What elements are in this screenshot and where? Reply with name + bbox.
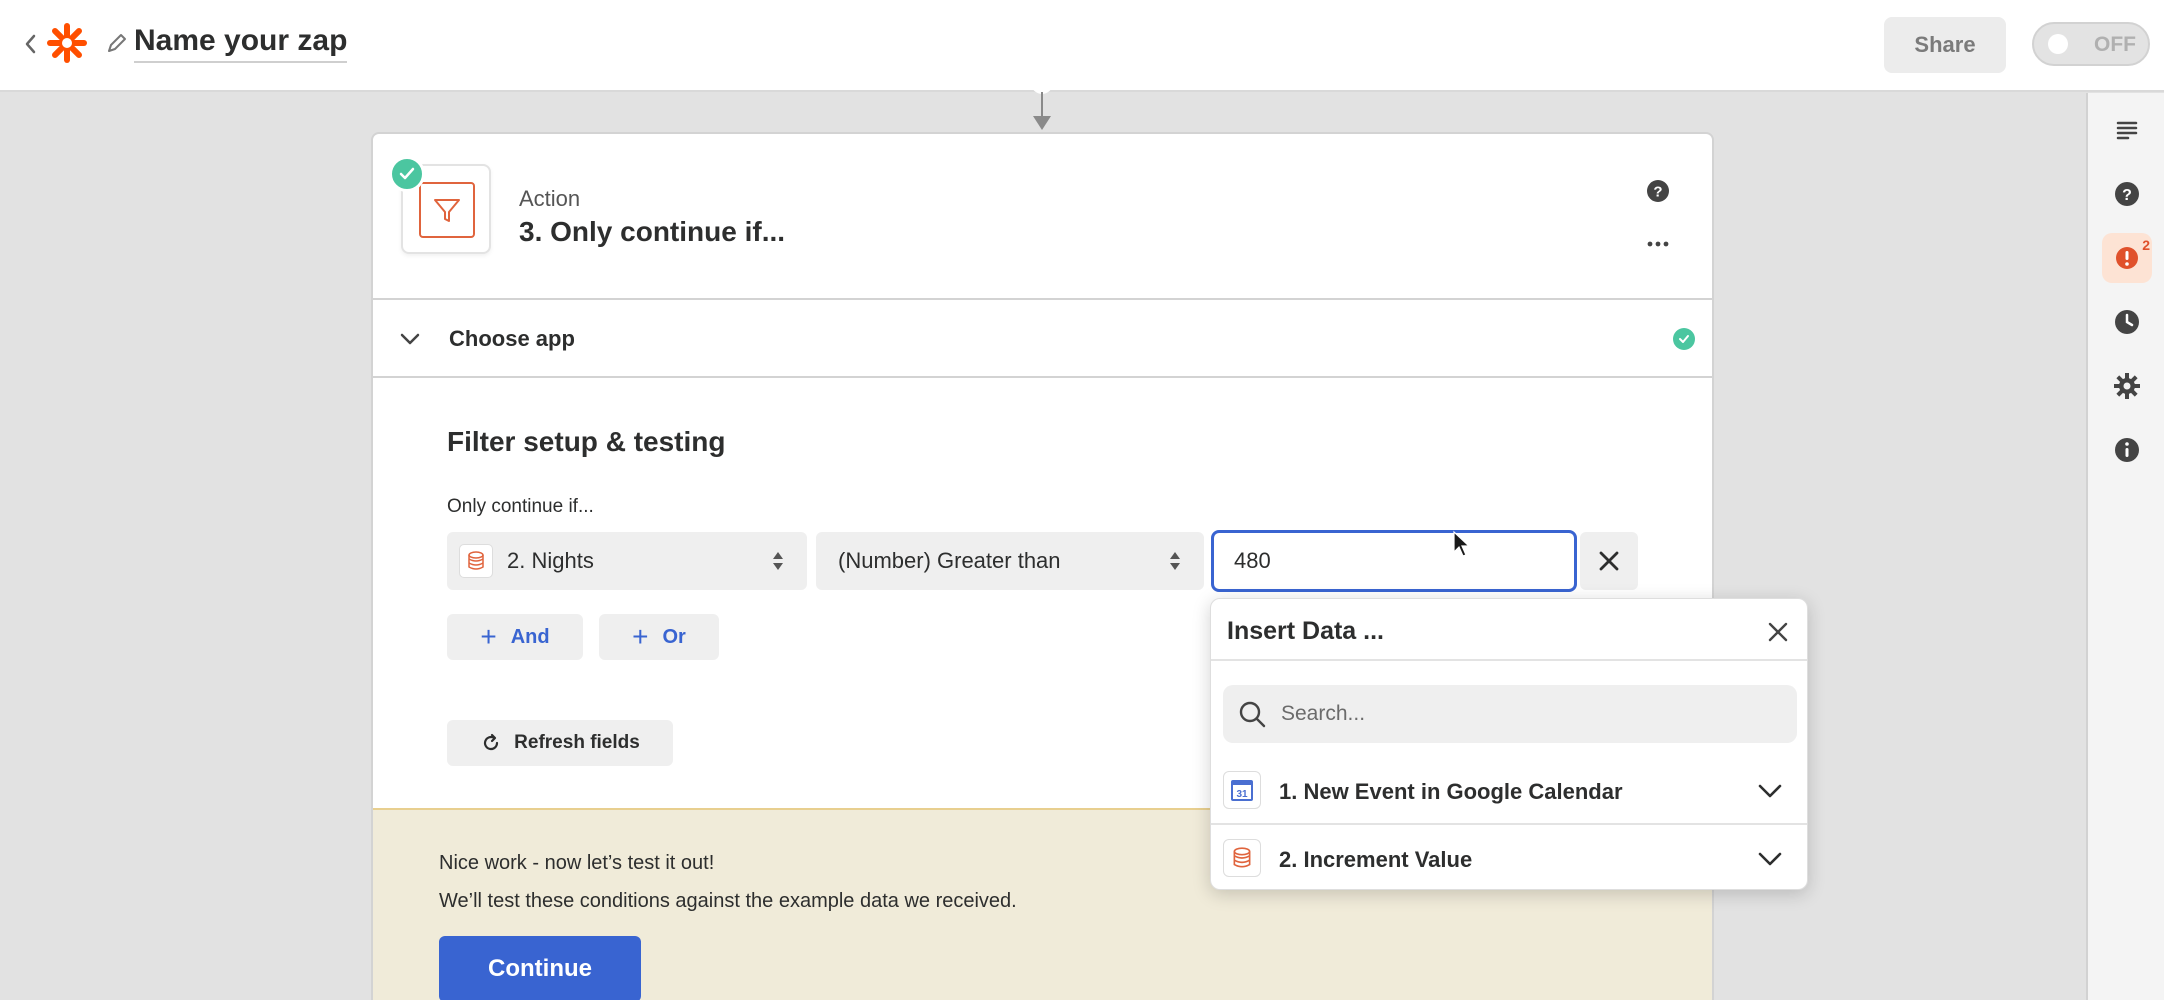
choose-app-label: Choose app: [449, 326, 575, 351]
select-arrows-icon: [1170, 552, 1180, 570]
test-description: We’ll test these conditions against the …: [439, 890, 1017, 912]
step-header[interactable]: Action 3. Only continue if... ?: [373, 134, 1712, 300]
plus-icon: +: [480, 621, 497, 652]
step-help-icon[interactable]: ?: [1645, 178, 1671, 204]
svg-text:31: 31: [1236, 789, 1248, 800]
toggle-state-label: OFF: [2094, 33, 2136, 56]
step-type-label: Action: [519, 186, 581, 211]
share-button[interactable]: Share: [1884, 17, 2006, 73]
settings-icon[interactable]: [2102, 361, 2152, 411]
close-icon[interactable]: [1765, 619, 1791, 645]
filter-operator-value: (Number) Greater than: [838, 548, 1061, 573]
search-input[interactable]: [1281, 695, 1781, 733]
filter-setup-title: Filter setup & testing: [447, 426, 726, 457]
section-complete-check-icon: [1673, 328, 1695, 350]
google-calendar-icon: 31: [1223, 771, 1261, 809]
right-sidebar: ? 2: [2086, 93, 2164, 1000]
or-label: Or: [662, 625, 686, 648]
more-options-icon[interactable]: [1643, 234, 1673, 254]
add-and-condition-button[interactable]: + And: [447, 614, 583, 660]
filter-field-value: 2. Nights: [507, 548, 594, 573]
refresh-fields-label: Refresh fields: [514, 732, 640, 753]
divider: [1211, 659, 1807, 661]
filter-field-select[interactable]: 2. Nights: [447, 532, 807, 590]
info-icon[interactable]: [2102, 425, 2152, 475]
help-icon[interactable]: ?: [2102, 169, 2152, 219]
connector-arrow-icon: [1033, 116, 1051, 130]
history-icon[interactable]: [2102, 297, 2152, 347]
step-complete-check-icon: [389, 156, 425, 192]
search-icon: [1239, 701, 1266, 728]
zapier-logo-icon[interactable]: [46, 22, 88, 64]
zap-name-field[interactable]: Name your zap: [134, 24, 348, 63]
alert-count-badge: 2: [2142, 237, 2150, 253]
insert-data-item-increment-value[interactable]: 2. Increment Value: [1211, 825, 1807, 893]
zap-on-off-toggle[interactable]: OFF: [2032, 22, 2150, 66]
svg-text:?: ?: [2122, 187, 2132, 204]
top-bar: Name your zap Share OFF: [0, 0, 2164, 92]
insert-data-search[interactable]: [1223, 685, 1797, 743]
chevron-down-icon[interactable]: [1755, 781, 1785, 801]
chevron-down-icon[interactable]: [1755, 849, 1785, 869]
toggle-knob: [2048, 34, 2068, 54]
remove-condition-button[interactable]: [1580, 532, 1638, 590]
insert-data-title: Insert Data ...: [1227, 617, 1384, 645]
pencil-icon: [108, 34, 126, 52]
insert-data-item-google-calendar[interactable]: 31 1. New Event in Google Calendar: [1211, 757, 1807, 825]
and-label: And: [510, 625, 550, 648]
add-or-condition-button[interactable]: + Or: [599, 614, 719, 660]
filter-icon: [419, 182, 475, 238]
svg-text:?: ?: [1653, 184, 1662, 201]
storage-icon: [1223, 839, 1261, 877]
outline-icon[interactable]: [2102, 105, 2152, 155]
filter-operator-select[interactable]: (Number) Greater than: [816, 532, 1204, 590]
refresh-icon: [484, 733, 499, 751]
select-arrows-icon: [773, 552, 783, 570]
choose-app-section[interactable]: Choose app: [373, 300, 1712, 378]
insert-data-item-label: 2. Increment Value: [1279, 847, 1473, 872]
storage-icon: [459, 544, 493, 578]
filter-value-input[interactable]: [1211, 530, 1577, 592]
insert-data-item-label: 1. New Event in Google Calendar: [1279, 779, 1623, 804]
insert-data-dropdown: Insert Data ... 31 1. New Event in Googl…: [1210, 598, 1808, 890]
chevron-down-icon: [400, 333, 420, 345]
close-icon: [1599, 551, 1619, 571]
test-heading: Nice work - now let’s test it out!: [439, 852, 715, 874]
alert-icon[interactable]: 2: [2102, 233, 2152, 283]
step-title[interactable]: 3. Only continue if...: [519, 216, 785, 248]
back-chevron-icon[interactable]: [20, 28, 42, 60]
continue-button[interactable]: Continue: [439, 936, 641, 1000]
only-continue-label: Only continue if...: [447, 496, 594, 517]
plus-icon: +: [632, 621, 649, 652]
refresh-fields-button[interactable]: Refresh fields: [447, 720, 673, 766]
